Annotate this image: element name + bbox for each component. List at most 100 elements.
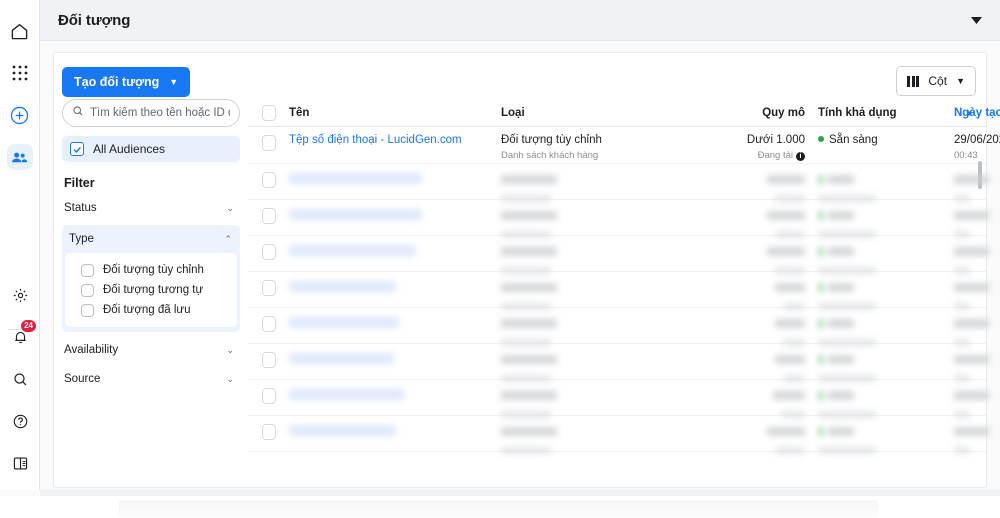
header-chevron-down-icon[interactable] xyxy=(971,11,982,29)
filter-group-source-label: Source xyxy=(64,373,101,385)
filter-option-label: Đối tượng tùy chỉnh xyxy=(103,264,204,276)
column-header-date[interactable]: Ngày tạo xyxy=(954,107,1000,119)
filter-option[interactable]: Đối tượng đã lưu xyxy=(71,300,231,320)
table-row[interactable]: Tệp số điện thoại - LucidGen.com Đối tượ… xyxy=(248,127,1000,189)
row-checkbox[interactable] xyxy=(261,280,276,296)
row-checkbox[interactable] xyxy=(261,352,276,368)
cell-name[interactable]: Tệp số điện thoại - LucidGen.com xyxy=(289,134,501,147)
bell-icon[interactable]: 24 xyxy=(7,319,37,350)
sort-caret-icon[interactable]: ▼ xyxy=(965,109,973,118)
help-icon[interactable] xyxy=(7,408,33,434)
table-row[interactable] xyxy=(248,308,989,346)
table-row[interactable] xyxy=(248,416,989,454)
cell-name[interactable] xyxy=(289,243,501,261)
cell-size: Dưới 1.000 Đang tải i xyxy=(699,134,809,162)
row-select-cell xyxy=(248,423,289,440)
row-checkbox[interactable] xyxy=(261,424,276,440)
filter-group-availability[interactable]: Availability ⌄ xyxy=(62,339,240,361)
cell-type xyxy=(501,423,699,459)
availability-value: Sẵn sàng xyxy=(818,134,954,147)
filter-option-label: Đối tượng tương tự xyxy=(103,284,204,296)
gear-icon[interactable] xyxy=(7,282,33,308)
chevron-down-icon: ▼ xyxy=(956,76,965,86)
action-bar: Tạo đối tượng ▼ Cột ▼ xyxy=(54,53,986,99)
columns-button[interactable]: Cột ▼ xyxy=(896,66,976,96)
search-box[interactable] xyxy=(62,99,240,127)
column-header-name[interactable]: Tên xyxy=(289,107,501,119)
apps-grid-icon[interactable] xyxy=(7,60,33,86)
row-select-cell xyxy=(248,315,289,332)
table-row[interactable] xyxy=(248,272,989,310)
sidebar-item-audiences[interactable] xyxy=(6,144,33,170)
column-header-size[interactable]: Quy mô xyxy=(699,107,809,119)
page-title: Đối tượng xyxy=(58,11,131,29)
column-header-type[interactable]: Loại xyxy=(501,107,699,119)
row-checkbox[interactable] xyxy=(261,208,276,224)
row-checkbox[interactable] xyxy=(261,244,276,260)
columns-icon xyxy=(907,75,920,87)
filter-group-source[interactable]: Source ⌄ xyxy=(62,368,240,390)
app-screen: 24 Đối tượng Tạo đối tượng ▼ Cột ▼ Tìm k… xyxy=(0,0,1000,518)
row-checkbox[interactable] xyxy=(261,135,276,151)
filter-group-type-header[interactable]: Type ⌃ xyxy=(65,228,237,250)
row-checkbox[interactable] xyxy=(261,172,276,188)
filter-option-checkbox[interactable] xyxy=(81,263,94,277)
table-row[interactable] xyxy=(248,236,989,274)
cell-name[interactable] xyxy=(289,171,501,189)
table-row[interactable] xyxy=(248,380,989,418)
filter-group-availability-header[interactable]: Availability ⌄ xyxy=(62,339,240,361)
filter-group-availability-label: Availability xyxy=(64,344,119,356)
notification-badge: 24 xyxy=(20,319,37,333)
cell-type: Đối tượng tùy chỉnh Danh sách khách hàng xyxy=(501,134,699,162)
filter-group-status-header[interactable]: Status ⌄ xyxy=(62,197,240,219)
row-select-cell xyxy=(248,243,289,260)
all-audiences-item[interactable]: All Audiences xyxy=(62,136,240,162)
page-header: Đối tượng xyxy=(40,0,1000,41)
status-dot-icon xyxy=(818,136,824,142)
create-audience-label: Tạo đối tượng xyxy=(74,75,160,89)
blurred-rows-container xyxy=(248,164,989,454)
search-icon xyxy=(72,104,84,122)
bottom-shadow xyxy=(118,500,878,518)
cell-name[interactable] xyxy=(289,423,501,441)
select-all-checkbox[interactable] xyxy=(261,105,276,121)
filter-group-type[interactable]: Type ⌃ Đối tượng tùy chỉnh Đối tượng tươ… xyxy=(62,225,240,332)
row-checkbox[interactable] xyxy=(261,316,276,332)
filter-option-checkbox[interactable] xyxy=(81,283,94,297)
search-input[interactable] xyxy=(90,107,230,119)
filter-option[interactable]: Đối tượng tương tự xyxy=(71,280,231,300)
table-row[interactable] xyxy=(248,164,989,202)
row-select-cell xyxy=(248,171,289,188)
row-select-cell xyxy=(248,207,289,224)
filter-option-checkbox[interactable] xyxy=(81,303,94,317)
info-icon[interactable]: i xyxy=(796,152,805,161)
chevron-down-icon: ⌄ xyxy=(226,344,234,355)
cell-name[interactable] xyxy=(289,279,501,297)
audience-size: Dưới 1.000 xyxy=(746,134,805,146)
row-checkbox[interactable] xyxy=(261,388,276,404)
table-row[interactable] xyxy=(248,344,989,382)
created-time: 00:43 xyxy=(954,150,978,161)
filter-sidebar: All Audiences Filter Status ⌄ Type ⌃ Đối… xyxy=(54,99,248,503)
cell-name[interactable] xyxy=(289,351,501,369)
cell-availability: Sẵn sàng xyxy=(809,134,954,147)
home-icon[interactable] xyxy=(7,18,33,44)
audience-name-link[interactable]: Tệp số điện thoại - LucidGen.com xyxy=(289,134,501,147)
cell-name[interactable] xyxy=(289,387,501,405)
filter-group-type-options: Đối tượng tùy chỉnh Đối tượng tương tự Đ… xyxy=(65,253,237,327)
filter-option-label: Đối tượng đã lưu xyxy=(103,304,191,316)
panel-icon[interactable] xyxy=(7,450,33,476)
table-row[interactable] xyxy=(248,200,989,238)
column-header-availability[interactable]: Tính khả dụng xyxy=(809,107,954,119)
filter-group-source-header[interactable]: Source ⌄ xyxy=(62,368,240,390)
search-icon[interactable] xyxy=(7,366,33,392)
filter-group-status[interactable]: Status ⌄ xyxy=(62,197,240,219)
create-audience-button[interactable]: Tạo đối tượng ▼ xyxy=(62,67,191,97)
filter-option[interactable]: Đối tượng tùy chỉnh xyxy=(71,260,231,280)
cell-name[interactable] xyxy=(289,315,501,333)
status-badge: Sẵn sàng xyxy=(829,134,878,146)
cell-availability xyxy=(809,423,954,459)
create-plus-icon[interactable] xyxy=(7,102,33,128)
all-audiences-checkbox[interactable] xyxy=(70,142,84,156)
cell-name[interactable] xyxy=(289,207,501,225)
